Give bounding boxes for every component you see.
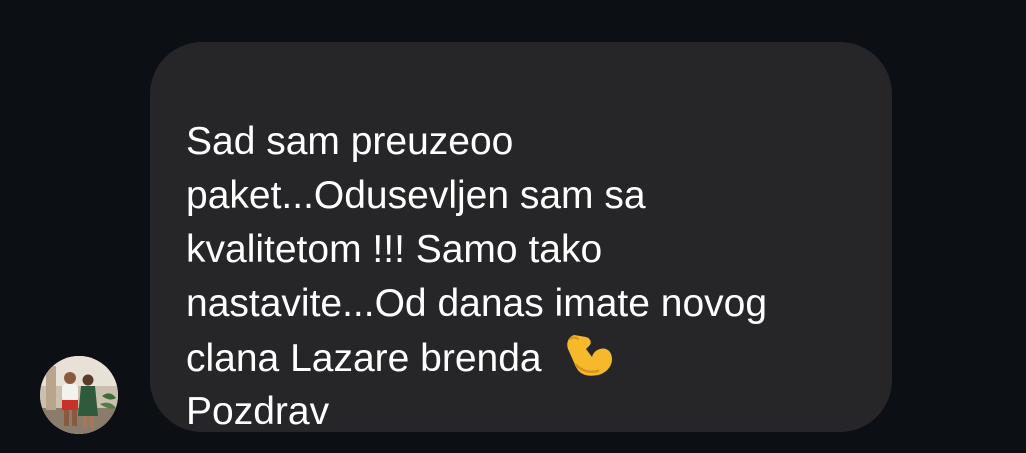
message-line: kvalitetom !!! Samo tako — [186, 228, 603, 271]
flexed-biceps-icon — [560, 331, 614, 379]
message-text: Sad sam preuzeoo paket...Odusevljen sam … — [186, 115, 767, 439]
message-line: Sad sam preuzeoo — [186, 120, 514, 163]
message-line: Pozdrav — [186, 390, 330, 433]
message-line: nastavite...Od danas imate novog — [186, 282, 768, 325]
sender-avatar[interactable] — [40, 356, 118, 434]
avatar-photo-icon — [40, 356, 118, 434]
message-line: paket...Odusevljen sam sa — [186, 174, 646, 217]
message-bubble[interactable]: Sad sam preuzeoo paket...Odusevljen sam … — [150, 42, 892, 433]
chat-screen: Sad sam preuzeoo paket...Odusevljen sam … — [0, 0, 1026, 453]
message-line-with-emoji: clana Lazare brenda — [186, 331, 767, 385]
message-line: clana Lazare brenda — [186, 337, 542, 380]
